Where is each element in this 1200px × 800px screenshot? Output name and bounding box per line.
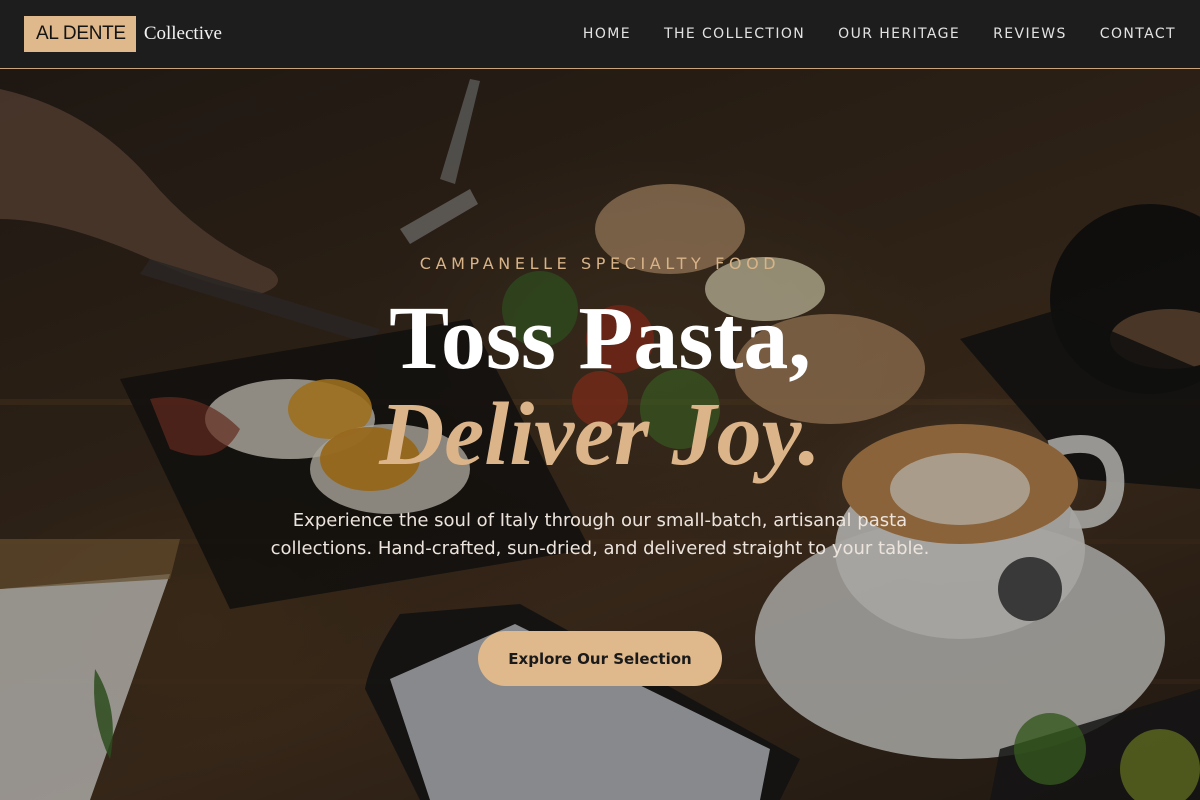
site-header: AL DENTE Collective HOME THE COLLECTION … [0, 0, 1200, 69]
brand-name: AL DENTE [24, 16, 136, 52]
nav-reviews[interactable]: REVIEWS [993, 26, 1067, 42]
hero-eyebrow: CAMPANELLE SPECIALTY FOOD [419, 254, 781, 273]
explore-selection-button[interactable]: Explore Our Selection [478, 631, 722, 686]
nav-our-heritage[interactable]: OUR HERITAGE [838, 26, 960, 42]
hero-content: CAMPANELLE SPECIALTY FOOD Toss Pasta, De… [0, 69, 1200, 800]
main-nav: HOME THE COLLECTION OUR HERITAGE REVIEWS… [550, 26, 1176, 42]
hero-section: CAMPANELLE SPECIALTY FOOD Toss Pasta, De… [0, 69, 1200, 800]
brand-suffix: Collective [143, 23, 222, 44]
nav-contact[interactable]: CONTACT [1100, 26, 1176, 42]
nav-the-collection[interactable]: THE COLLECTION [664, 26, 805, 42]
hero-title-line1: Toss Pasta, [389, 289, 811, 388]
brand-logo[interactable]: AL DENTE Collective [24, 16, 222, 52]
hero-description: Experience the soul of Italy through our… [270, 510, 930, 559]
nav-home[interactable]: HOME [583, 26, 631, 42]
hero-title-line2: Deliver Joy. [379, 385, 821, 484]
